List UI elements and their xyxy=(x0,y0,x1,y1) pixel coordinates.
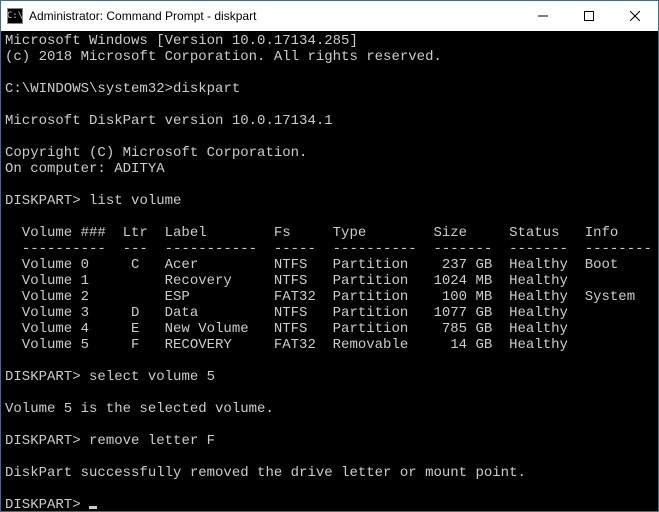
window-titlebar: C:\ Administrator: Command Prompt - disk… xyxy=(1,1,658,31)
remove-response: DiskPart successfully removed the drive … xyxy=(5,465,526,481)
select-response: Volume 5 is the selected volume. xyxy=(5,401,274,417)
diskpart-prompt: DISKPART> xyxy=(5,369,81,385)
volume-table: Volume ### Ltr Label Fs Type Size Status… xyxy=(5,225,652,353)
command-select-volume: select volume 5 xyxy=(89,369,215,385)
command-remove-letter: remove letter F xyxy=(89,433,215,449)
cmd-icon: C:\ xyxy=(7,8,23,24)
os-version-line: Microsoft Windows [Version 10.0.17134.28… xyxy=(5,33,358,49)
diskpart-prompt: DISKPART> xyxy=(5,497,81,511)
os-copyright-line: (c) 2018 Microsoft Corporation. All righ… xyxy=(5,49,442,65)
command-list-volume: list volume xyxy=(89,193,181,209)
shell-prompt: C:\WINDOWS\system32> xyxy=(5,81,173,97)
computer-name-line: On computer: ADITYA xyxy=(5,161,165,177)
diskpart-copyright: Copyright (C) Microsoft Corporation. xyxy=(5,145,307,161)
maximize-button[interactable] xyxy=(566,1,612,31)
window-title: Administrator: Command Prompt - diskpart xyxy=(29,9,520,23)
cursor xyxy=(89,506,97,509)
diskpart-version: Microsoft DiskPart version 10.0.17134.1 xyxy=(5,113,333,129)
window-controls xyxy=(520,1,658,31)
terminal-output[interactable]: Microsoft Windows [Version 10.0.17134.28… xyxy=(1,31,658,511)
minimize-button[interactable] xyxy=(520,1,566,31)
diskpart-prompt: DISKPART> xyxy=(5,433,81,449)
diskpart-prompt: DISKPART> xyxy=(5,193,81,209)
close-button[interactable] xyxy=(612,1,658,31)
command-diskpart: diskpart xyxy=(173,81,240,97)
